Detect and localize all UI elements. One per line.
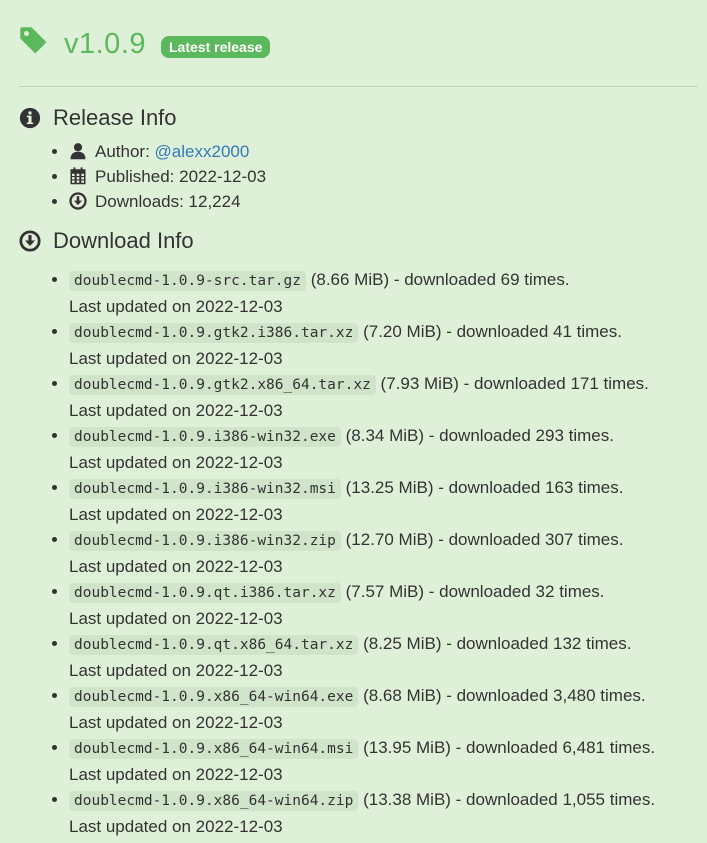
download-item: doublecmd-1.0.9.i386-win32.exe (8.34 MiB… [69,423,698,475]
author-link[interactable]: @alexx2000 [155,142,250,161]
download-item: doublecmd-1.0.9.i386-win32.msi (13.25 Mi… [69,475,698,527]
file-updated: Last updated on 2022-12-03 [69,713,283,732]
download-circle-icon [19,230,41,252]
download-item: doublecmd-1.0.9.gtk2.i386.tar.xz (7.20 M… [69,319,698,371]
file-updated: Last updated on 2022-12-03 [69,609,283,628]
download-item: doublecmd-1.0.9.gtk2.x86_64.tar.xz (7.93… [69,371,698,423]
download-list: doublecmd-1.0.9-src.tar.gz (8.66 MiB) - … [19,267,698,839]
file-details: (7.57 MiB) - downloaded 32 times. [340,582,605,601]
release-info-list: Author: @alexx2000 Published: 2022-12-03 [19,139,698,214]
release-panel: v1.0.9 Latest release Release Info Autho… [0,0,707,839]
file-name[interactable]: doublecmd-1.0.9.i386-win32.zip [69,531,341,551]
file-details: (8.66 MiB) - downloaded 69 times. [305,270,570,289]
file-updated: Last updated on 2022-12-03 [69,765,283,784]
file-name[interactable]: doublecmd-1.0.9.qt.x86_64.tar.xz [69,635,359,655]
author-label: Author: [95,142,155,161]
file-updated: Last updated on 2022-12-03 [69,297,283,316]
download-item: doublecmd-1.0.9.x86_64-win64.zip (13.38 … [69,787,698,839]
file-updated: Last updated on 2022-12-03 [69,505,283,524]
file-details: (13.25 MiB) - downloaded 163 times. [340,478,624,497]
file-details: (7.93 MiB) - downloaded 171 times. [375,374,649,393]
download-item: doublecmd-1.0.9.x86_64-win64.msi (13.95 … [69,735,698,787]
file-details: (8.68 MiB) - downloaded 3,480 times. [358,686,646,705]
file-updated: Last updated on 2022-12-03 [69,401,283,420]
download-item: doublecmd-1.0.9-src.tar.gz (8.66 MiB) - … [69,267,698,319]
file-updated: Last updated on 2022-12-03 [69,817,283,836]
download-circle-icon [69,192,87,210]
file-name[interactable]: doublecmd-1.0.9.qt.i386.tar.xz [69,583,341,603]
file-details: (8.34 MiB) - downloaded 293 times. [340,426,614,445]
version-title: v1.0.9 [64,27,146,60]
file-name[interactable]: doublecmd-1.0.9-src.tar.gz [69,271,306,291]
download-item: doublecmd-1.0.9.x86_64-win64.exe (8.68 M… [69,683,698,735]
release-info-title: Release Info [53,105,177,130]
file-details: (13.38 MiB) - downloaded 1,055 times. [358,790,656,809]
file-updated: Last updated on 2022-12-03 [69,557,283,576]
file-details: (13.95 MiB) - downloaded 6,481 times. [358,738,656,757]
file-updated: Last updated on 2022-12-03 [69,349,283,368]
author-item: Author: @alexx2000 [69,139,698,164]
download-info-title: Download Info [53,228,194,253]
published-text: Published: 2022-12-03 [95,167,267,186]
user-icon [70,143,86,160]
file-updated: Last updated on 2022-12-03 [69,661,283,680]
download-item: doublecmd-1.0.9.qt.i386.tar.xz (7.57 MiB… [69,579,698,631]
info-circle-icon [19,107,41,129]
downloads-item: Downloads: 12,224 [69,189,698,214]
latest-release-badge: Latest release [161,36,271,58]
download-item: doublecmd-1.0.9.i386-win32.zip (12.70 Mi… [69,527,698,579]
calendar-icon [70,167,86,185]
release-info-heading: Release Info [19,103,698,133]
file-details: (7.20 MiB) - downloaded 41 times. [358,322,622,341]
file-name[interactable]: doublecmd-1.0.9.x86_64-win64.exe [69,687,359,707]
file-updated: Last updated on 2022-12-03 [69,453,283,472]
file-details: (12.70 MiB) - downloaded 307 times. [340,530,624,549]
download-item: doublecmd-1.0.9.qt.x86_64.tar.xz (8.25 M… [69,631,698,683]
file-name[interactable]: doublecmd-1.0.9.gtk2.i386.tar.xz [69,323,359,343]
file-details: (8.25 MiB) - downloaded 132 times. [358,634,632,653]
published-item: Published: 2022-12-03 [69,164,698,189]
download-info-heading: Download Info [19,226,698,256]
file-name[interactable]: doublecmd-1.0.9.i386-win32.msi [69,479,341,499]
divider [19,86,698,87]
file-name[interactable]: doublecmd-1.0.9.x86_64-win64.zip [69,791,359,811]
tag-icon [20,27,47,54]
version-header: v1.0.9 Latest release [19,18,698,70]
downloads-text: Downloads: 12,224 [95,192,241,211]
file-name[interactable]: doublecmd-1.0.9.x86_64-win64.msi [69,739,359,759]
file-name[interactable]: doublecmd-1.0.9.i386-win32.exe [69,427,341,447]
file-name[interactable]: doublecmd-1.0.9.gtk2.x86_64.tar.xz [69,375,376,395]
